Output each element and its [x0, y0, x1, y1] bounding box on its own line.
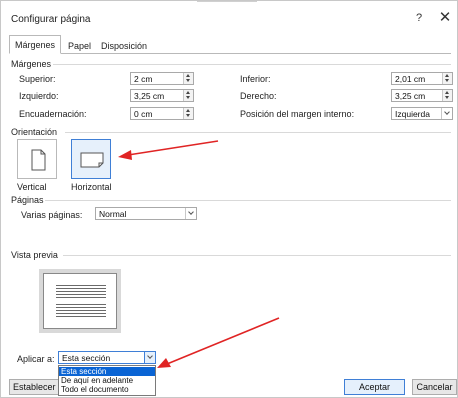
apply-to-dropdown-list: Esta sección De aquí en adelante Todo el…	[58, 365, 156, 396]
bottom-margin-spinner[interactable]: 2,01 cm	[391, 72, 453, 85]
landscape-page-icon	[80, 152, 104, 168]
left-margin-spinner[interactable]: 3,25 cm	[130, 89, 194, 102]
pages-divider	[45, 200, 451, 201]
help-button[interactable]: ?	[411, 10, 427, 26]
right-margin-label: Derecho:	[240, 91, 277, 101]
margins-section-label: Márgenes	[11, 59, 52, 69]
gutter-value: 0 cm	[134, 109, 153, 119]
top-margin-value: 2 cm	[134, 74, 153, 84]
title-bar: Configurar página ? ✕	[1, 1, 457, 31]
gutter-label: Encuadernación:	[19, 109, 87, 119]
apply-to-value: Esta sección	[62, 353, 111, 363]
landscape-label: Horizontal	[71, 182, 112, 192]
chevron-down-icon[interactable]	[441, 108, 452, 119]
apply-option-from-here[interactable]: De aquí en adelante	[59, 376, 155, 385]
apply-to-select[interactable]: Esta sección	[58, 351, 156, 364]
margins-divider	[53, 64, 451, 65]
preview-divider	[63, 255, 451, 256]
orientation-section-label: Orientación	[11, 127, 58, 137]
orientation-divider	[65, 132, 451, 133]
apply-option-this-section[interactable]: Esta sección	[59, 367, 155, 376]
spinner-arrows-icon[interactable]	[183, 73, 193, 84]
dialog-title: Configurar página	[11, 14, 91, 25]
right-margin-value: 3,25 cm	[395, 91, 426, 101]
preview-section-label: Vista previa	[11, 250, 58, 260]
bottom-margin-value: 2,01 cm	[395, 74, 426, 84]
tab-layout[interactable]: Disposición	[95, 37, 153, 53]
preview-page	[43, 273, 117, 329]
pages-section-label: Páginas	[11, 195, 44, 205]
spinner-arrows-icon[interactable]	[442, 90, 452, 101]
multiple-pages-select[interactable]: Normal	[95, 207, 197, 220]
tab-margins[interactable]: Márgenes	[9, 35, 62, 54]
multiple-pages-value: Normal	[99, 209, 127, 219]
close-button[interactable]: ✕	[437, 9, 453, 27]
portrait-option[interactable]	[17, 139, 57, 179]
gutter-position-select[interactable]: Izquierda	[391, 107, 453, 120]
gutter-spinner[interactable]: 0 cm	[130, 107, 194, 120]
apply-to-label: Aplicar a:	[17, 354, 55, 364]
portrait-page-icon	[31, 149, 46, 171]
page-setup-dialog: Configurar página ? ✕ Márgenes Papel Dis…	[0, 0, 458, 398]
landscape-option[interactable]	[71, 139, 111, 179]
ok-button[interactable]: Aceptar	[344, 379, 405, 395]
cancel-button[interactable]: Cancelar	[412, 379, 457, 395]
gutter-position-value: Izquierda	[395, 109, 430, 119]
top-margin-label: Superior:	[19, 74, 56, 84]
left-margin-value: 3,25 cm	[134, 91, 165, 101]
apply-option-whole-document[interactable]: Todo el documento	[59, 385, 155, 394]
right-margin-spinner[interactable]: 3,25 cm	[391, 89, 453, 102]
top-margin-spinner[interactable]: 2 cm	[130, 72, 194, 85]
tab-paper[interactable]: Papel	[62, 37, 97, 53]
spinner-arrows-icon[interactable]	[183, 108, 193, 119]
multiple-pages-label: Varias páginas:	[21, 210, 83, 220]
chevron-down-icon[interactable]	[185, 208, 196, 219]
portrait-label: Vertical	[17, 182, 47, 192]
spinner-arrows-icon[interactable]	[183, 90, 193, 101]
gutter-position-label: Posición del margen interno:	[240, 109, 355, 119]
page-preview	[39, 269, 121, 333]
bottom-margin-label: Inferior:	[240, 74, 271, 84]
left-margin-label: Izquierdo:	[19, 91, 59, 101]
spinner-arrows-icon[interactable]	[442, 73, 452, 84]
chevron-down-icon[interactable]	[144, 352, 155, 363]
tab-divider	[9, 53, 451, 54]
